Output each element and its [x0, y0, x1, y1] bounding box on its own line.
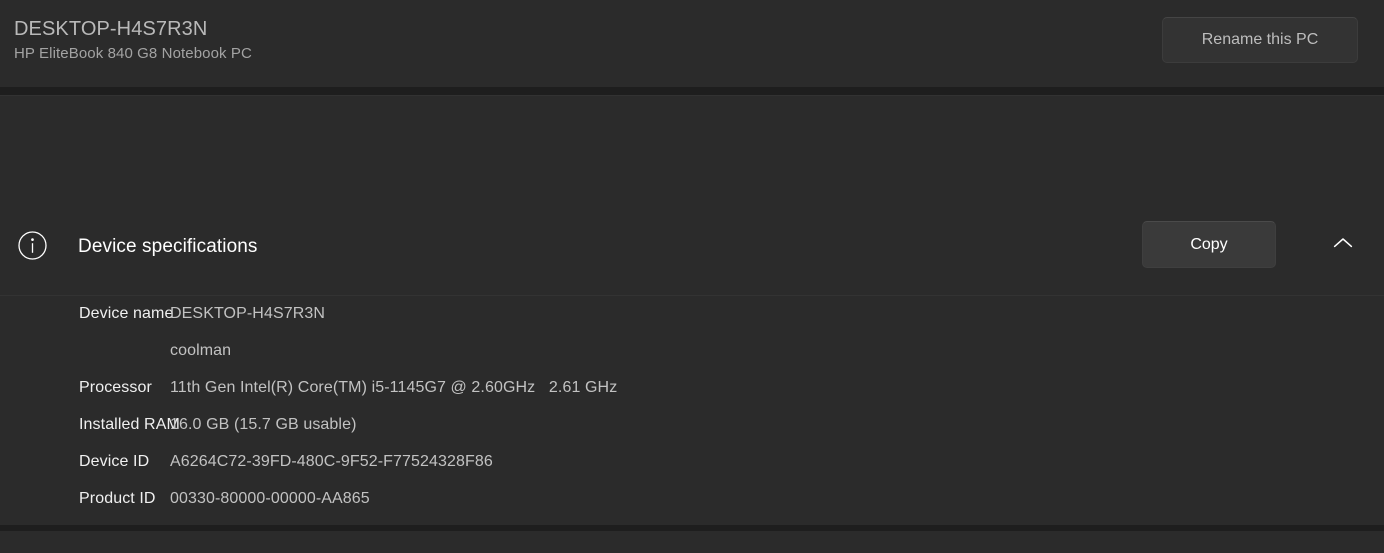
chevron-up-icon: [1333, 237, 1353, 253]
pc-header: DESKTOP-H4S7R3N HP EliteBook 840 G8 Note…: [0, 0, 1384, 87]
spec-value-secondary: coolman: [170, 342, 232, 359]
device-specifications-card: Device specifications Copy Device name D…: [0, 96, 1384, 544]
spec-value: 16.0 GB (15.7 GB usable): [170, 416, 357, 433]
spec-values: DESKTOP-H4S7R3N coolman: [170, 302, 1384, 363]
spec-label: Installed RAM: [79, 416, 180, 433]
info-circle-icon: [17, 230, 48, 261]
spec-values: 16.0 GB (15.7 GB usable): [170, 413, 1384, 437]
spec-values: 11th Gen Intel(R) Core(TM) i5-1145G7 @ 2…: [170, 376, 1384, 400]
pc-model-subtitle: HP EliteBook 840 G8 Notebook PC: [14, 45, 252, 62]
spec-row-device-name: Device name DESKTOP-H4S7R3N coolman: [0, 302, 1384, 376]
spec-label: Product ID: [79, 490, 156, 507]
card-header-divider: [0, 295, 1384, 296]
device-specifications-list: Device name DESKTOP-H4S7R3N coolman Proc…: [0, 302, 1384, 553]
settings-about-page: DESKTOP-H4S7R3N HP EliteBook 840 G8 Note…: [0, 0, 1384, 553]
spec-values: A6264C72-39FD-480C-9F52-F77524328F86: [170, 450, 1384, 474]
spec-row-device-id: Device ID A6264C72-39FD-480C-9F52-F77524…: [0, 450, 1384, 487]
page-title: DESKTOP-H4S7R3N: [14, 18, 208, 40]
spec-value: 00330-80000-00000-AA865: [170, 490, 370, 507]
rename-this-pc-button[interactable]: Rename this PC: [1162, 17, 1358, 63]
spec-label: Processor: [79, 379, 152, 396]
spec-value: 11th Gen Intel(R) Core(TM) i5-1145G7 @ 2…: [170, 379, 618, 396]
collapse-expander-button[interactable]: [1322, 224, 1364, 266]
spec-row-installed-ram: Installed RAM 16.0 GB (15.7 GB usable): [0, 413, 1384, 450]
spec-values: 00330-80000-00000-AA865: [170, 487, 1384, 511]
pc-identity: DESKTOP-H4S7R3N HP EliteBook 840 G8 Note…: [14, 16, 252, 65]
copy-button[interactable]: Copy: [1142, 221, 1276, 268]
header-divider-band: [0, 87, 1384, 95]
spec-label: Device name: [79, 305, 174, 322]
spec-value: DESKTOP-H4S7R3N: [170, 305, 326, 322]
page-footer-area: [0, 531, 1384, 553]
device-specifications-title: Device specifications: [78, 236, 258, 257]
spec-row-processor: Processor 11th Gen Intel(R) Core(TM) i5-…: [0, 376, 1384, 413]
spec-row-product-id: Product ID 00330-80000-00000-AA865: [0, 487, 1384, 524]
spec-value: A6264C72-39FD-480C-9F52-F77524328F86: [170, 453, 493, 470]
spec-label: Device ID: [79, 453, 150, 470]
